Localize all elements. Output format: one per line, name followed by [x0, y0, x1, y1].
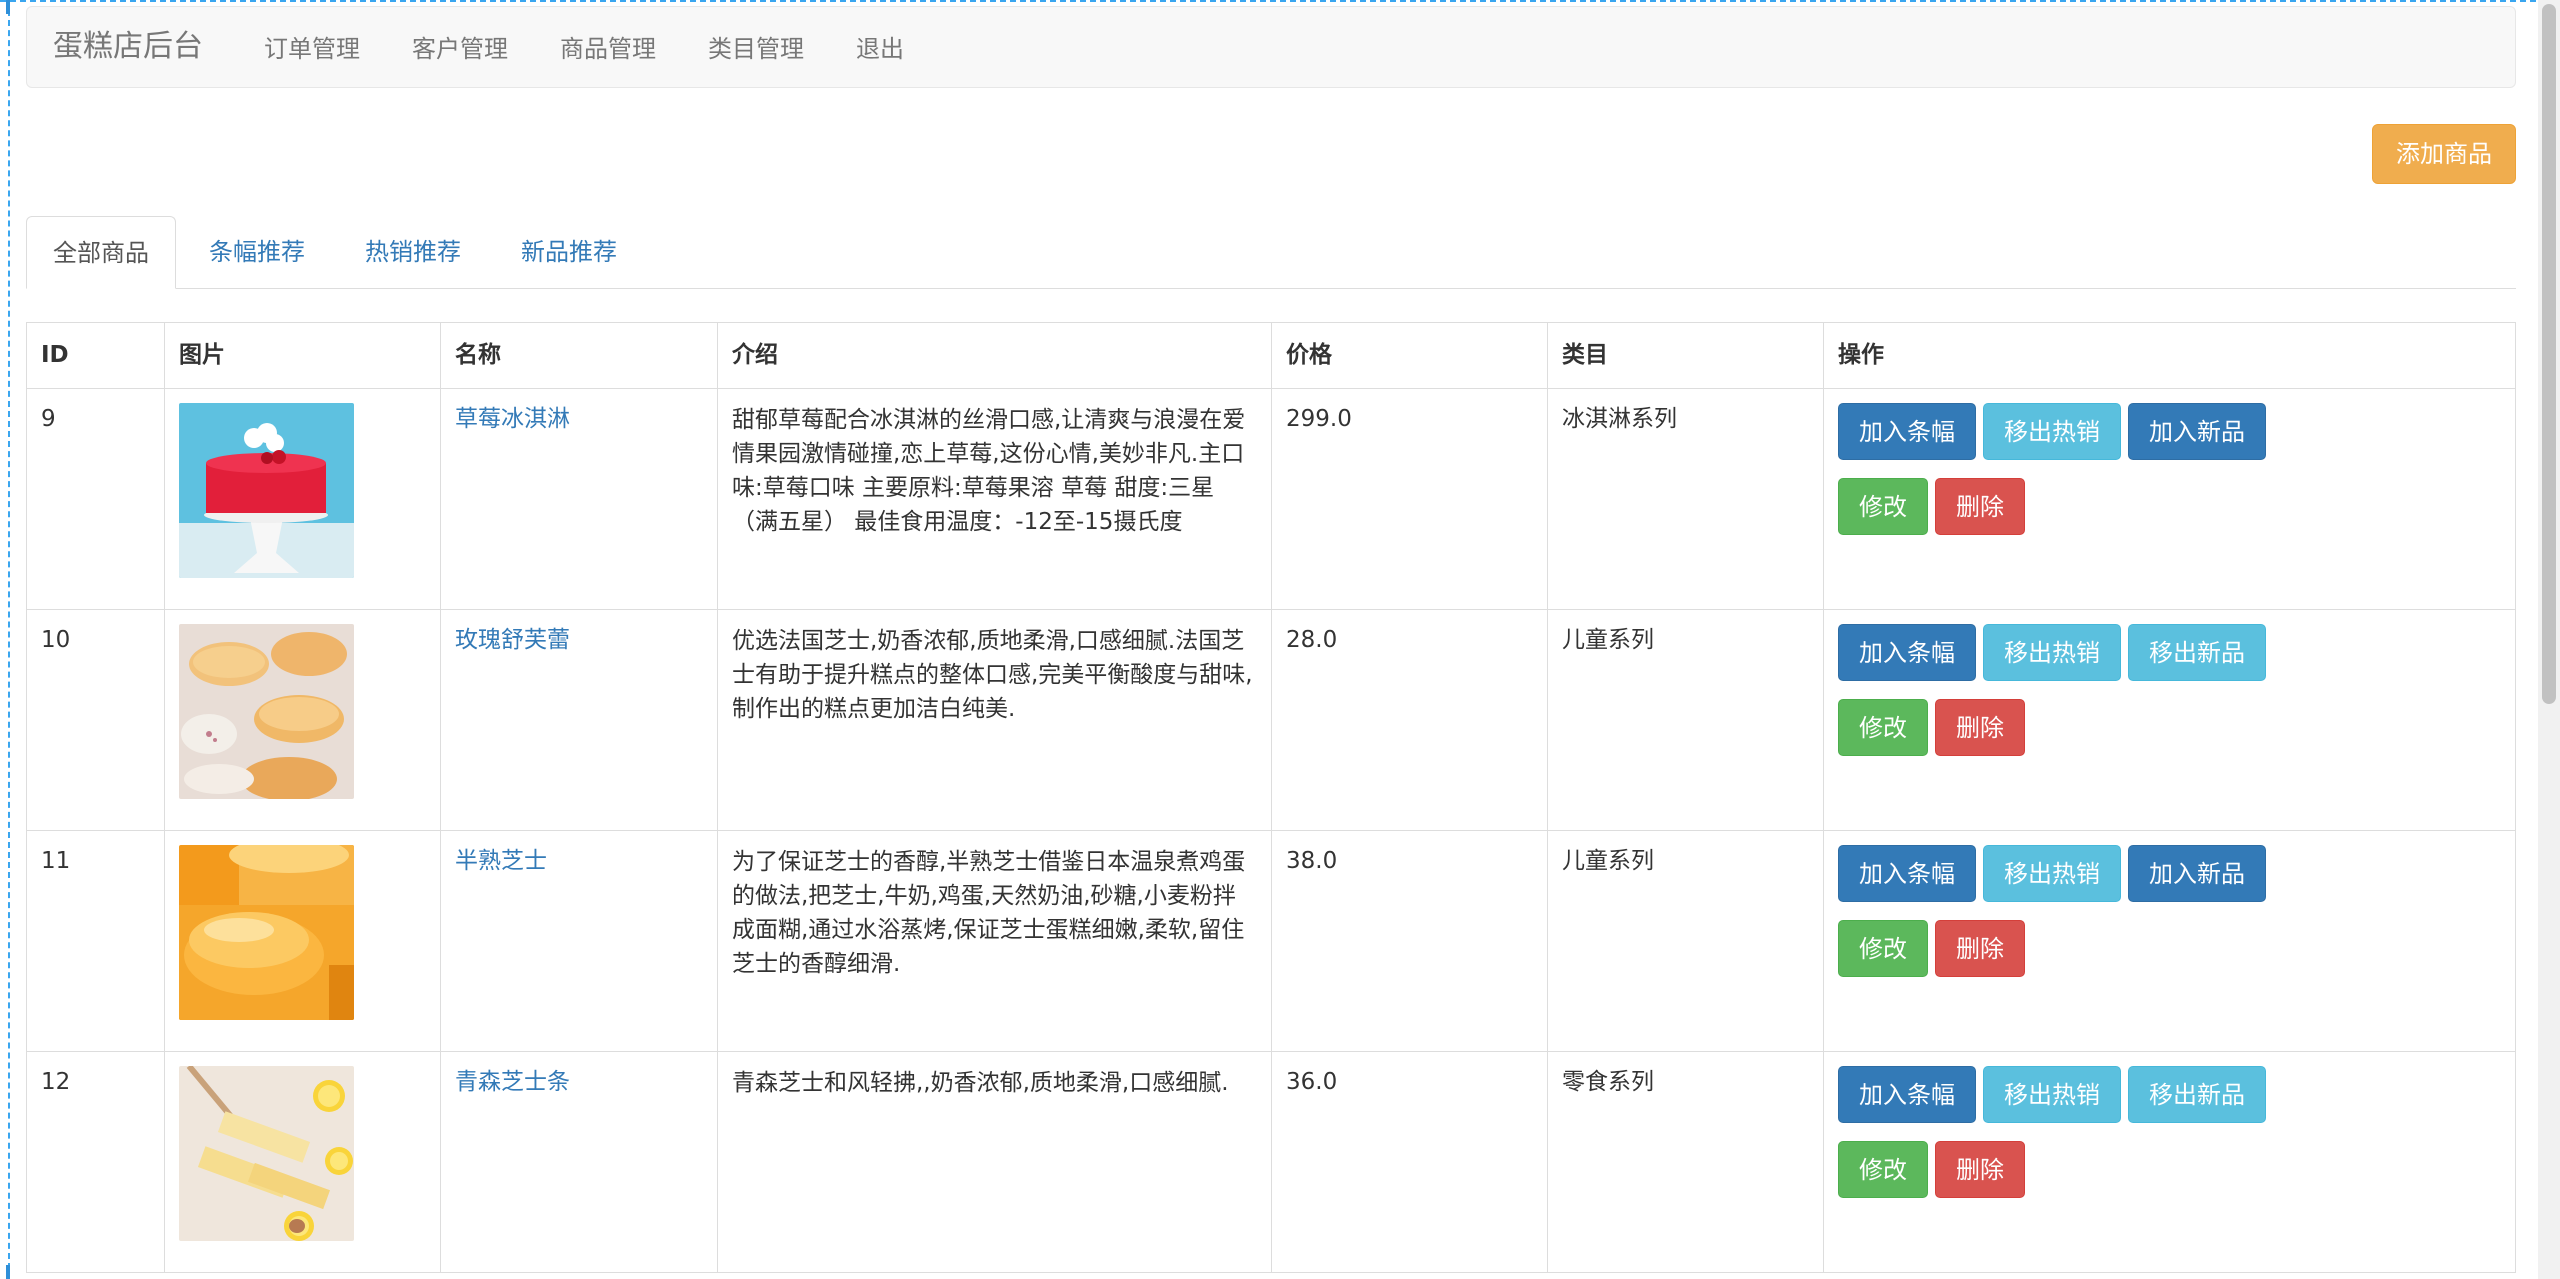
edit-button[interactable]: 修改: [1838, 699, 1928, 756]
cell-description: 青森芝士和风轻拂,,奶香浓郁,质地柔滑,口感细腻.: [717, 1051, 1272, 1273]
cell-price: 38.0: [1271, 830, 1548, 1052]
delete-button[interactable]: 删除: [1935, 478, 2025, 535]
nav-link-products[interactable]: 商品管理: [560, 33, 656, 65]
cell-image: [164, 1051, 441, 1273]
remove-hot-button[interactable]: 移出热销: [1983, 403, 2121, 460]
selection-frame-tick: [6, 0, 10, 14]
tab-all-products[interactable]: 全部商品: [26, 216, 176, 289]
product-tabs: 全部商品 条幅推荐 热销推荐 新品推荐: [26, 216, 2516, 289]
cell-description: 甜郁草莓配合冰淇淋的丝滑口感,让清爽与浪漫在爱情果园激情碰撞,恋上草莓,这份心情…: [717, 388, 1272, 610]
header-actions: 操作: [1823, 322, 2516, 389]
tab-new-recommend[interactable]: 新品推荐: [495, 216, 643, 288]
cell-category: 零食系列: [1547, 1051, 1824, 1273]
delete-button[interactable]: 删除: [1935, 1141, 2025, 1198]
action-buttons: 加入条幅 移出热销 移出新品 修改 删除: [1838, 624, 2278, 774]
add-banner-button[interactable]: 加入条幅: [1838, 845, 1976, 902]
remove-new-button[interactable]: 移出新品: [2128, 1066, 2266, 1123]
edit-button[interactable]: 修改: [1838, 478, 1928, 535]
cell-price: 36.0: [1271, 1051, 1548, 1273]
cell-actions: 加入条幅 移出热销 加入新品 修改 删除: [1823, 830, 2516, 1052]
products-table: ID 图片 名称 介绍 价格 类目 操作 9 草莓冰淇淋 甜郁草莓配合冰淇淋的丝…: [26, 322, 2516, 1273]
cell-image: [164, 388, 441, 610]
remove-hot-button[interactable]: 移出热销: [1983, 624, 2121, 681]
cell-category: 儿童系列: [1547, 609, 1824, 831]
product-name-link[interactable]: 玫瑰舒芙蕾: [455, 627, 570, 653]
cell-actions: 加入条幅 移出热销 加入新品 修改 删除: [1823, 388, 2516, 610]
remove-hot-button[interactable]: 移出热销: [1983, 1066, 2121, 1123]
table-row: 11 半熟芝士 为了保证芝士的香醇,半熟芝士借鉴日本温泉煮鸡蛋的做法,把芝士,牛…: [26, 830, 2516, 1052]
remove-hot-button[interactable]: 移出热销: [1983, 845, 2121, 902]
add-new-button[interactable]: 加入新品: [2128, 845, 2266, 902]
page-container: 蛋糕店后台 订单管理 客户管理 商品管理 类目管理 退出 添加商品 全部商品 条…: [26, 0, 2516, 1279]
action-buttons: 加入条幅 移出热销 加入新品 修改 删除: [1838, 403, 2278, 553]
header-price: 价格: [1271, 322, 1548, 389]
cell-id: 10: [26, 609, 165, 831]
table-row: 9 草莓冰淇淋 甜郁草莓配合冰淇淋的丝滑口感,让清爽与浪漫在爱情果园激情碰撞,恋…: [26, 388, 2516, 610]
selection-frame-left: [8, 0, 10, 1279]
action-buttons: 加入条幅 移出热销 加入新品 修改 删除: [1838, 845, 2278, 995]
product-description: 优选法国芝士,奶香浓郁,质地柔滑,口感细腻.法国芝士有助于提升糕点的整体口感,完…: [732, 628, 1253, 722]
table-row: 10 玫瑰舒芙蕾 优选法国芝士,奶香浓郁,质地柔滑,口感细腻.法国芝士有助于提升…: [26, 609, 2516, 831]
selection-frame-tick: [6, 1265, 10, 1279]
table-row: 12 青森芝士条 青森芝士和风轻拂,,奶香浓郁,质地柔滑,口感细腻. 36.0 …: [26, 1051, 2516, 1273]
delete-button[interactable]: 删除: [1935, 920, 2025, 977]
cell-actions: 加入条幅 移出热销 移出新品 修改 删除: [1823, 1051, 2516, 1273]
product-name-link[interactable]: 青森芝士条: [455, 1069, 570, 1095]
product-description: 为了保证芝士的香醇,半熟芝士借鉴日本温泉煮鸡蛋的做法,把芝士,牛奶,鸡蛋,天然奶…: [732, 849, 1246, 977]
cell-description: 优选法国芝士,奶香浓郁,质地柔滑,口感细腻.法国芝士有助于提升糕点的整体口感,完…: [717, 609, 1272, 831]
vertical-scrollbar[interactable]: [2538, 0, 2560, 1279]
nav-link-customers[interactable]: 客户管理: [412, 33, 508, 65]
product-name-link[interactable]: 半熟芝士: [455, 848, 547, 874]
product-image-strawberry-icecream[interactable]: [179, 403, 354, 578]
action-buttons: 加入条幅 移出热销 移出新品 修改 删除: [1838, 1066, 2278, 1216]
product-description: 青森芝士和风轻拂,,奶香浓郁,质地柔滑,口感细腻.: [732, 1070, 1229, 1096]
edit-button[interactable]: 修改: [1838, 1141, 1928, 1198]
cell-category: 儿童系列: [1547, 830, 1824, 1052]
cell-name: 半熟芝士: [440, 830, 718, 1052]
cell-description: 为了保证芝士的香醇,半熟芝士借鉴日本温泉煮鸡蛋的做法,把芝士,牛奶,鸡蛋,天然奶…: [717, 830, 1272, 1052]
edit-button[interactable]: 修改: [1838, 920, 1928, 977]
navbar-links: 订单管理 客户管理 商品管理 类目管理 退出: [264, 33, 956, 65]
cell-name: 玫瑰舒芙蕾: [440, 609, 718, 831]
header-description: 介绍: [717, 322, 1272, 389]
cell-category: 冰淇淋系列: [1547, 388, 1824, 610]
header-category: 类目: [1547, 322, 1824, 389]
cell-id: 9: [26, 388, 165, 610]
product-name-link[interactable]: 草莓冰淇淋: [455, 406, 570, 432]
header-id: ID: [26, 322, 165, 389]
add-banner-button[interactable]: 加入条幅: [1838, 403, 1976, 460]
cell-image: [164, 830, 441, 1052]
add-product-button[interactable]: 添加商品: [2372, 124, 2516, 184]
delete-button[interactable]: 删除: [1935, 699, 2025, 756]
navbar-brand[interactable]: 蛋糕店后台: [53, 29, 203, 65]
scrollbar-thumb[interactable]: [2542, 4, 2556, 704]
top-navbar: 蛋糕店后台 订单管理 客户管理 商品管理 类目管理 退出: [26, 6, 2516, 88]
product-description: 甜郁草莓配合冰淇淋的丝滑口感,让清爽与浪漫在爱情果园激情碰撞,恋上草莓,这份心情…: [732, 407, 1246, 535]
cell-price: 299.0: [1271, 388, 1548, 610]
add-banner-button[interactable]: 加入条幅: [1838, 1066, 1976, 1123]
cell-price: 28.0: [1271, 609, 1548, 831]
cell-name: 青森芝士条: [440, 1051, 718, 1273]
remove-new-button[interactable]: 移出新品: [2128, 624, 2266, 681]
product-image-rose-souffle[interactable]: [179, 624, 354, 799]
add-new-button[interactable]: 加入新品: [2128, 403, 2266, 460]
cell-id: 12: [26, 1051, 165, 1273]
table-header-row: ID 图片 名称 介绍 价格 类目 操作: [26, 322, 2516, 389]
add-banner-button[interactable]: 加入条幅: [1838, 624, 1976, 681]
nav-link-orders[interactable]: 订单管理: [264, 33, 360, 65]
nav-link-categories[interactable]: 类目管理: [708, 33, 804, 65]
cell-id: 11: [26, 830, 165, 1052]
tab-hot-recommend[interactable]: 热销推荐: [339, 216, 487, 288]
product-image-half-baked-cheese[interactable]: [179, 845, 354, 1020]
header-image: 图片: [164, 322, 441, 389]
nav-link-logout[interactable]: 退出: [856, 33, 904, 65]
product-image-green-forest-cheese-bars[interactable]: [179, 1066, 354, 1241]
cell-name: 草莓冰淇淋: [440, 388, 718, 610]
cell-actions: 加入条幅 移出热销 移出新品 修改 删除: [1823, 609, 2516, 831]
header-name: 名称: [440, 322, 718, 389]
tab-banner-recommend[interactable]: 条幅推荐: [183, 216, 331, 288]
cell-image: [164, 609, 441, 831]
